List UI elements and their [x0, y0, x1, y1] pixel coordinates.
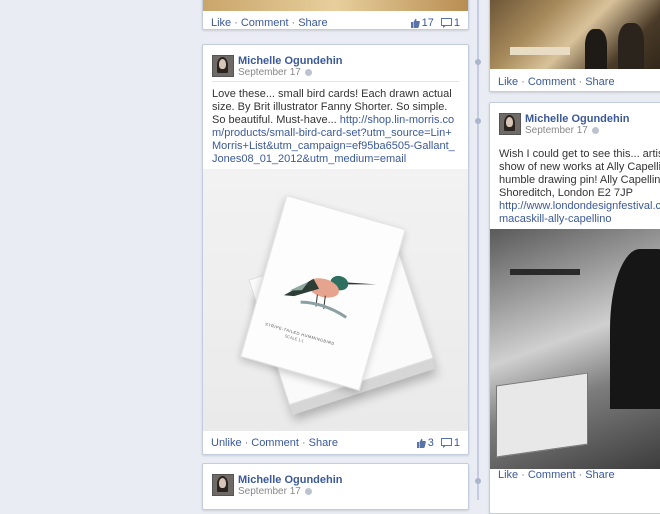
- scene-shelf: [510, 269, 580, 275]
- timeline-marker: [475, 478, 481, 484]
- post-card-top-left: Like · Comment · Share 17 1: [202, 0, 469, 30]
- like-link[interactable]: Like: [211, 17, 231, 29]
- post-date[interactable]: September 17: [525, 125, 588, 136]
- comment-link[interactable]: Comment: [241, 17, 289, 29]
- timeline-marker: [475, 118, 481, 124]
- comment-link[interactable]: Comment: [528, 469, 576, 481]
- globe-icon: [304, 487, 312, 495]
- post-image[interactable]: STRIPE-TAILED HUMMINGBIRD SCALE 1:1: [203, 169, 468, 431]
- separator: ·: [244, 437, 249, 449]
- author-name[interactable]: Michelle Ogundehin: [525, 113, 630, 125]
- scene-figure: [610, 249, 660, 409]
- separator: ·: [521, 469, 525, 481]
- comment-link[interactable]: Comment: [251, 437, 299, 449]
- post-link[interactable]: http://www.londondesignfestival.com/ mac…: [499, 200, 660, 225]
- post-image-studio[interactable]: [490, 229, 660, 469]
- like-count[interactable]: 17: [422, 17, 434, 29]
- separator: ·: [578, 76, 583, 88]
- post-text: Wish I could get to see this... artist D…: [499, 148, 660, 199]
- separator: ·: [578, 469, 583, 481]
- timeline-spine: [477, 0, 479, 500]
- timeline-marker: [475, 59, 481, 65]
- scene-table: [510, 47, 570, 55]
- comment-count[interactable]: 1: [454, 17, 460, 29]
- globe-icon: [591, 126, 599, 134]
- scene-figure: [585, 29, 607, 69]
- comment-icon[interactable]: [440, 18, 452, 28]
- post-card-bird-cards: Michelle Ogundehin September 17 Love the…: [202, 44, 469, 455]
- post-date[interactable]: September 17: [238, 486, 301, 497]
- comment-count[interactable]: 1: [454, 437, 460, 449]
- like-link[interactable]: Like: [498, 76, 518, 88]
- hummingbird-illustration: [283, 275, 377, 319]
- share-link[interactable]: Share: [298, 17, 327, 29]
- share-link[interactable]: Share: [585, 76, 614, 88]
- separator: ·: [521, 76, 525, 88]
- globe-icon: [304, 68, 312, 76]
- post-card-bottom-left: Michelle Ogundehin September 17: [202, 463, 469, 510]
- thumbs-up-icon[interactable]: [416, 438, 426, 448]
- post-card-top-right: Like · Comment · Share: [489, 0, 660, 92]
- separator: ·: [291, 17, 296, 29]
- post-text-block: Wish I could get to see this... artist D…: [499, 148, 660, 226]
- comment-link[interactable]: Comment: [528, 76, 576, 88]
- avatar[interactable]: [499, 113, 521, 135]
- post-image-restaurant[interactable]: [490, 0, 660, 69]
- scene-equipment: [496, 372, 588, 458]
- share-link[interactable]: Share: [585, 469, 614, 481]
- thumbs-up-icon[interactable]: [410, 18, 420, 28]
- post-text-block: Love these... small bird cards! Each dra…: [212, 88, 460, 166]
- author-name[interactable]: Michelle Ogundehin: [238, 55, 343, 67]
- unlike-link[interactable]: Unlike: [211, 437, 242, 449]
- like-count[interactable]: 3: [428, 437, 434, 449]
- separator: ·: [301, 437, 306, 449]
- post-image-partial: [203, 0, 468, 11]
- comment-icon[interactable]: [440, 438, 452, 448]
- separator: ·: [234, 17, 238, 29]
- scene-figure: [618, 23, 644, 69]
- author-name[interactable]: Michelle Ogundehin: [238, 474, 343, 486]
- share-link[interactable]: Share: [309, 437, 338, 449]
- avatar[interactable]: [212, 474, 234, 496]
- avatar[interactable]: [212, 55, 234, 77]
- like-link[interactable]: Like: [498, 469, 518, 481]
- header-divider: [212, 81, 459, 82]
- post-date[interactable]: September 17: [238, 67, 301, 78]
- post-card-right: Michelle Ogundehin September 17 Wish I c…: [489, 102, 660, 514]
